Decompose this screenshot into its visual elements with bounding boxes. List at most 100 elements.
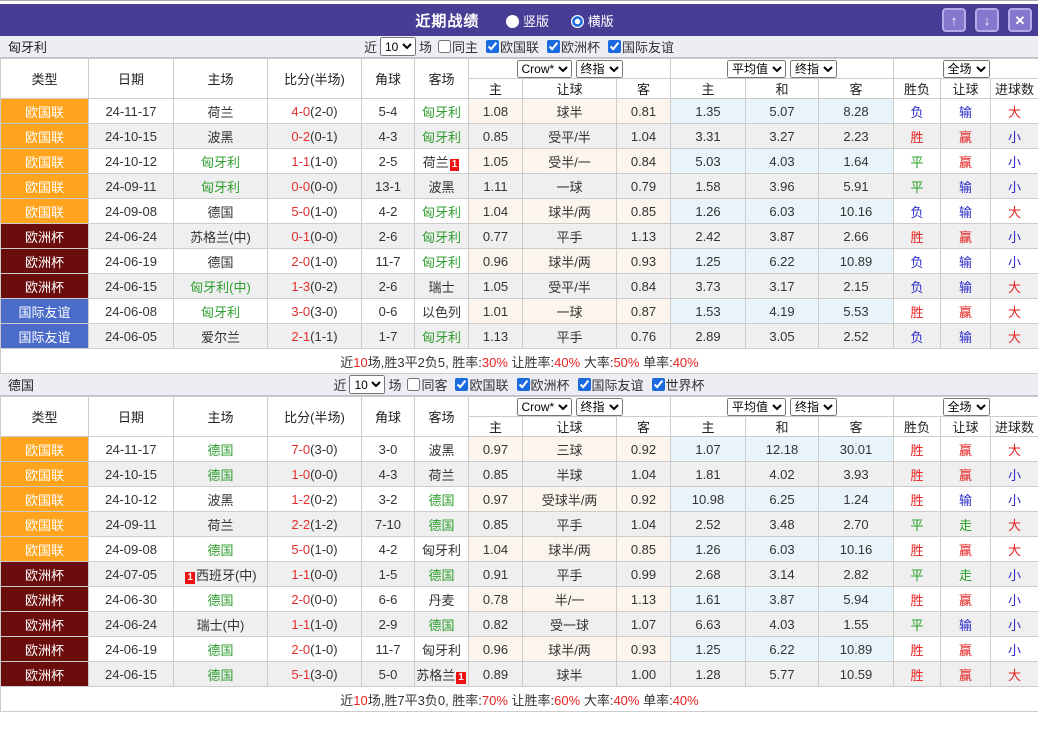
ah-stage-select[interactable]: 终指	[576, 398, 623, 416]
league-filter-checkbox[interactable]: 欧国联	[449, 375, 508, 394]
col-header-date: 日期	[89, 59, 174, 99]
result-wdl-cell: 胜	[894, 537, 941, 562]
layout-option-horizontal[interactable]: 横版	[571, 14, 614, 29]
result-scope-select[interactable]: 全场	[943, 60, 990, 78]
team-label: 匈牙利	[201, 155, 240, 170]
home-team-cell: 匈牙利(中)	[174, 274, 268, 299]
layout-option-vertical[interactable]: 竖版	[506, 14, 549, 29]
eu-home-odds-cell: 1.81	[671, 462, 746, 487]
match-row: 欧国联24-09-11匈牙利0-0(0-0)13-1波黑1.11一球0.791.…	[1, 174, 1038, 199]
home-team-cell: 波黑	[174, 487, 268, 512]
filter-games-label: 场	[419, 37, 432, 56]
ah-line-cell: 受一球	[523, 612, 617, 637]
ah-away-odds-cell: 0.85	[617, 199, 671, 224]
result-goals-cell: 小	[991, 612, 1038, 637]
league-filter-checkbox[interactable]: 国际友谊	[572, 375, 644, 394]
move-down-button[interactable]: ↓	[975, 8, 999, 32]
home-team-cell: 荷兰	[174, 512, 268, 537]
score-cell: 0-0(0-0)	[268, 174, 362, 199]
team-label: 匈牙利	[422, 643, 461, 658]
eu-away-odds-cell: 2.15	[819, 274, 894, 299]
match-row: 欧国联24-09-11荷兰2-2(1-2)7-10德国0.85平手1.042.5…	[1, 512, 1038, 537]
same-venue-checkbox[interactable]: 同客	[401, 375, 447, 394]
match-count-select[interactable]: 10	[349, 375, 385, 394]
match-count-select[interactable]: 10	[380, 37, 416, 56]
result-scope-select[interactable]: 全场	[943, 398, 990, 416]
result-wdl-cell: 平	[894, 149, 941, 174]
bookmaker-select[interactable]: Crow*	[517, 60, 572, 78]
date-cell: 24-06-19	[89, 249, 174, 274]
ah-home-odds-cell: 0.96	[469, 249, 523, 274]
eu-stage-select[interactable]: 终指	[790, 398, 837, 416]
away-team-cell: 德国	[415, 562, 469, 587]
eu-stage-select[interactable]: 终指	[790, 60, 837, 78]
corner-cell: 2-6	[362, 274, 415, 299]
eu-home-odds-cell: 1.26	[671, 199, 746, 224]
result-handicap-cell: 输	[941, 174, 991, 199]
summary-segment: 近	[340, 355, 353, 370]
move-up-button[interactable]: ↑	[942, 8, 966, 32]
eu-away-odds-cell: 2.52	[819, 324, 894, 349]
league-filter-checkbox[interactable]: 国际友谊	[602, 37, 674, 56]
subcol-ah-away: 客	[617, 417, 671, 437]
ah-away-odds-cell: 1.04	[617, 512, 671, 537]
summary-segment: 60%	[554, 693, 580, 708]
eu-home-odds-cell: 2.89	[671, 324, 746, 349]
ah-line-cell: 球半/两	[523, 199, 617, 224]
summary-segment: 40%	[554, 355, 580, 370]
score-cell: 1-1(0-0)	[268, 562, 362, 587]
date-cell: 24-06-19	[89, 637, 174, 662]
ah-away-odds-cell: 0.87	[617, 299, 671, 324]
eu-average-select[interactable]: 平均值	[727, 60, 786, 78]
home-team-cell: 波黑	[174, 124, 268, 149]
ah-away-odds-cell: 0.79	[617, 174, 671, 199]
same-venue-checkbox[interactable]: 同主	[432, 37, 478, 56]
ah-home-odds-cell: 0.77	[469, 224, 523, 249]
filter-games-label: 场	[388, 375, 401, 394]
bookmaker-select[interactable]: Crow*	[517, 398, 572, 416]
ah-stage-select[interactable]: 终指	[576, 60, 623, 78]
league-filter-checkbox[interactable]: 欧洲杯	[511, 375, 570, 394]
away-team-cell: 德国	[415, 487, 469, 512]
date-cell: 24-09-08	[89, 537, 174, 562]
radio-horizontal-icon	[571, 15, 584, 28]
league-type-cell: 欧国联	[1, 174, 89, 199]
team-label: 匈牙利	[422, 130, 461, 145]
league-type-cell: 欧国联	[1, 537, 89, 562]
date-cell: 24-06-24	[89, 612, 174, 637]
away-team-cell: 以色列	[415, 299, 469, 324]
match-row: 欧洲杯24-06-19德国2-0(1-0)11-7匈牙利0.96球半/两0.93…	[1, 637, 1038, 662]
home-team-cell: 爱尔兰	[174, 324, 268, 349]
league-filter-checkbox[interactable]: 世界杯	[646, 375, 705, 394]
league-filter-checkbox[interactable]: 欧国联	[480, 37, 539, 56]
ah-home-odds-cell: 0.78	[469, 587, 523, 612]
away-team-cell: 荷兰1	[415, 149, 469, 174]
match-row: 欧国联24-11-17德国7-0(3-0)3-0波黑0.97三球0.921.07…	[1, 437, 1038, 462]
home-team-cell: 德国	[174, 637, 268, 662]
result-handicap-cell: 输	[941, 274, 991, 299]
away-team-cell: 苏格兰1	[415, 662, 469, 687]
home-team-cell: 德国	[174, 587, 268, 612]
score-cell: 5-1(3-0)	[268, 662, 362, 687]
away-team-cell: 匈牙利	[415, 199, 469, 224]
close-button[interactable]: ✕	[1008, 8, 1032, 32]
result-wdl-cell: 平	[894, 512, 941, 537]
eu-draw-odds-cell: 5.07	[746, 99, 819, 124]
eu-average-select[interactable]: 平均值	[727, 398, 786, 416]
corner-cell: 7-10	[362, 512, 415, 537]
ah-group-header: Crow*终指	[469, 397, 671, 417]
corner-cell: 13-1	[362, 174, 415, 199]
league-filter-checkbox[interactable]: 欧洲杯	[541, 37, 600, 56]
result-wdl-cell: 胜	[894, 124, 941, 149]
team-label: 匈牙利	[422, 543, 461, 558]
subcol-eu-away: 客	[819, 417, 894, 437]
eu-away-odds-cell: 10.16	[819, 199, 894, 224]
ah-home-odds-cell: 0.96	[469, 637, 523, 662]
result-wdl-cell: 胜	[894, 299, 941, 324]
team-label: 爱尔兰	[201, 330, 240, 345]
result-handicap-cell: 赢	[941, 462, 991, 487]
radio-vertical-icon	[506, 15, 519, 28]
team-label: 瑞士	[428, 280, 454, 295]
match-row: 欧洲杯24-06-24瑞士(中)1-1(1-0)2-9德国0.82受一球1.07…	[1, 612, 1038, 637]
team-label: 德国	[428, 493, 454, 508]
